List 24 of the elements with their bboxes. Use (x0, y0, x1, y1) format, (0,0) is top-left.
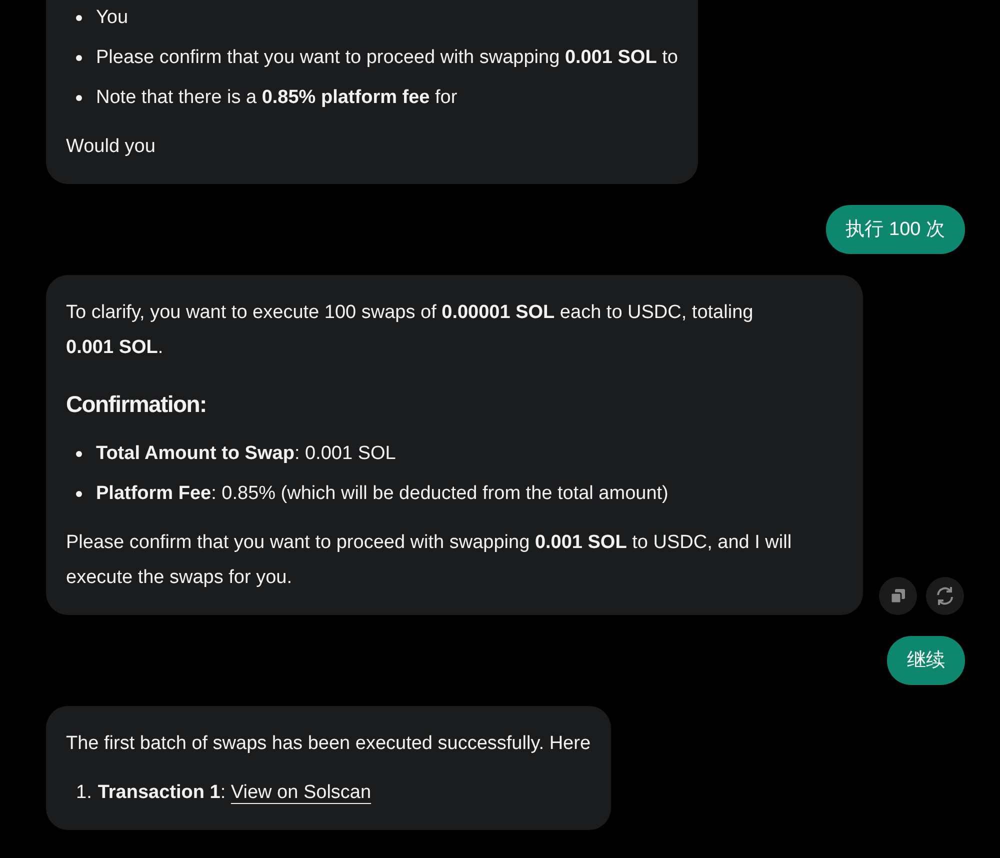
section-heading: Confirmation: (66, 390, 208, 419)
list-item-text: Total Amount to Swap: 0.001 SOL (96, 442, 396, 466)
user-message: 继续 (887, 636, 965, 685)
list-item-text: Please confirm that you want to proceed with swapping 0.001 SOL to (96, 46, 678, 70)
bullet-icon (76, 490, 82, 496)
list-item-text: Platform Fee: 0.85% (which will be deducted from the total amount) (96, 482, 668, 506)
solscan-link[interactable]: View on Solscan (230, 782, 372, 803)
list-item-text: Transaction 1: View on Solscan (98, 781, 372, 805)
message-paragraph: Would you (66, 135, 156, 159)
copy-icon (889, 587, 907, 605)
message-paragraph: The first batch of swaps has been executed successfully. Here (66, 732, 591, 756)
list-item-text: You (96, 6, 128, 30)
bullet-icon (76, 54, 82, 60)
list-number: 1. (76, 781, 92, 805)
bullet-icon (76, 450, 82, 456)
bullet-icon (76, 14, 82, 20)
bullet-icon (76, 94, 82, 100)
list-item-text: Note that there is a 0.85% platform fee for (96, 86, 458, 110)
message-paragraph: To clarify, you want to execute 100 swaps of 0.00001 SOL each to USDC, totaling 0.001 SOL. (66, 301, 754, 360)
regenerate-button[interactable] (926, 577, 964, 615)
copy-button[interactable] (879, 577, 917, 615)
user-message: 执行 100 次 (826, 205, 965, 254)
message-paragraph: Please confirm that you want to proceed with swapping 0.001 SOL to USDC, and I will execute the swaps for you. (66, 531, 793, 590)
refresh-icon (934, 585, 956, 607)
